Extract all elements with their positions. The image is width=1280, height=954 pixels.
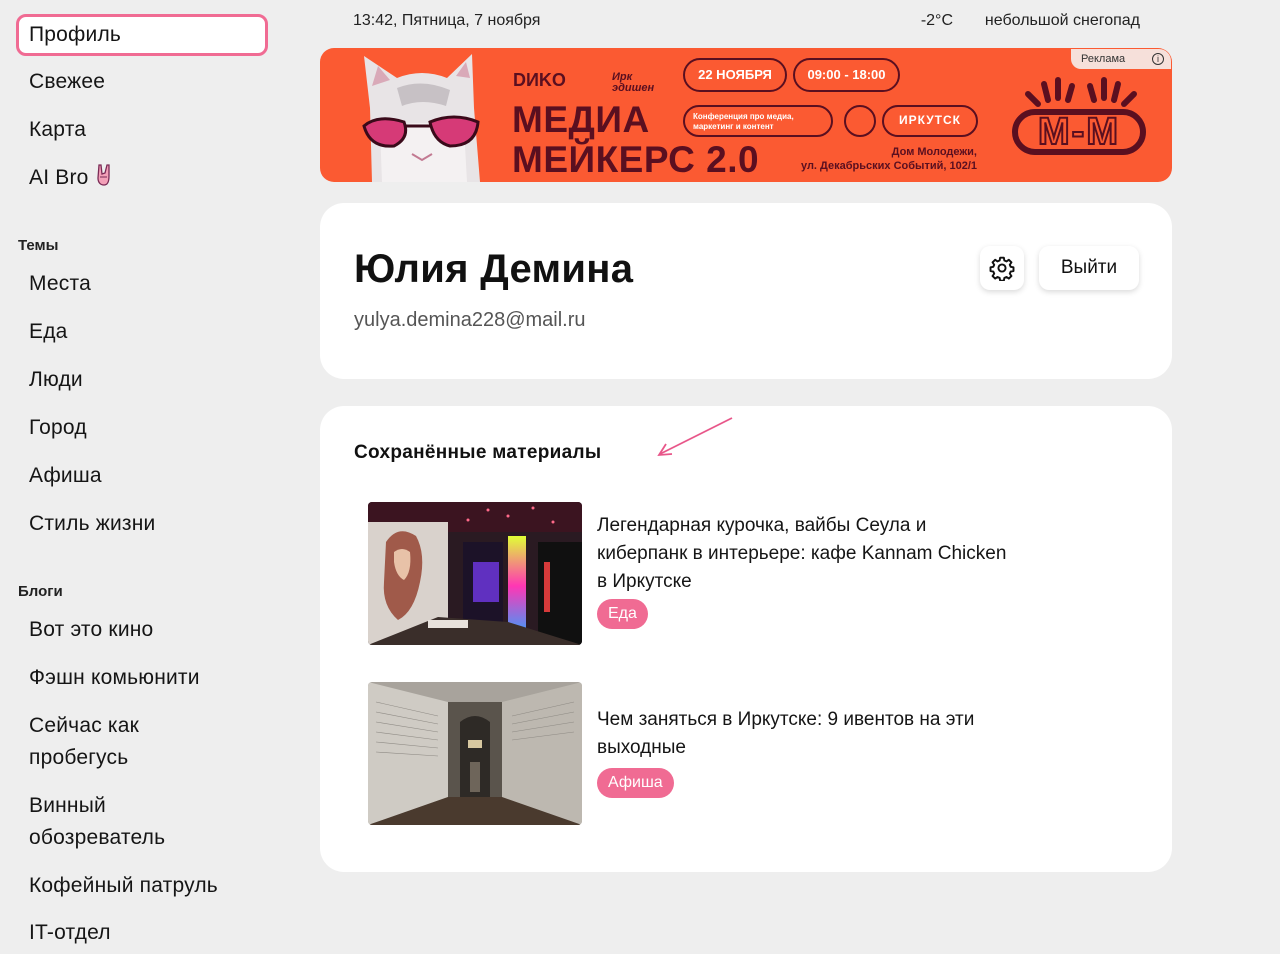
ad-date-pill: 22 НОЯБРЯ bbox=[683, 58, 787, 92]
sidebar-item-it[interactable]: IT-отдел bbox=[29, 917, 111, 949]
irk-edition-logo: Ирк эдишен bbox=[612, 71, 655, 94]
sidebar-item-map[interactable]: Карта bbox=[29, 114, 86, 146]
top-bar: 13:42, Пятница, 7 ноября -2°C небольшой … bbox=[353, 12, 1143, 34]
sidebar: Профиль Свежее Карта AI Bro Темы Места Е… bbox=[0, 0, 290, 954]
sidebar-item-lifestyle[interactable]: Стиль жизни bbox=[29, 508, 155, 540]
ad-conference-pill: Конференция про медиа, маркетинг и конте… bbox=[683, 105, 833, 137]
ad-address: Дом Молодежи, ул. Декабрьских Событий, 1… bbox=[801, 145, 977, 173]
ad-venue: Дом Молодежи, bbox=[891, 146, 977, 158]
sidebar-item-city[interactable]: Город bbox=[29, 412, 87, 444]
sidebar-item-afisha[interactable]: Афиша bbox=[29, 460, 102, 492]
temperature: -2°C bbox=[920, 12, 953, 29]
saved-article-kannam[interactable]: Легендарная курочка, вайбы Сеула и кибер… bbox=[368, 502, 1138, 645]
ad-banner[interactable]: DИKO Ирк эдишен 22 НОЯБРЯ 09:00 - 18:00 … bbox=[320, 48, 1172, 182]
sidebar-item-cinema[interactable]: Вот это кино bbox=[29, 614, 153, 646]
sidebar-item-people[interactable]: Люди bbox=[29, 364, 83, 396]
sidebar-item-label: Винный bbox=[29, 794, 106, 817]
sidebar-item-label: Сейчас как bbox=[29, 714, 140, 737]
article-title[interactable]: Чем заняться в Иркутске: 9 ивентов на эт… bbox=[597, 706, 1097, 762]
article-title-line: Легендарная курочка, вайбы Сеула и bbox=[597, 515, 927, 536]
ad-street: ул. Декабрьских Событий, 102/1 bbox=[800, 160, 977, 172]
cat-illustration bbox=[362, 54, 480, 182]
sidebar-item-label: AI Bro bbox=[29, 166, 89, 189]
mm-logo: M-M bbox=[1012, 109, 1146, 155]
profile-card: Юлия Демина yulya.demina228@mail.ru Выйт… bbox=[320, 203, 1172, 379]
saved-materials-card: Сохранённые материалы Легендарная курочк… bbox=[320, 406, 1172, 872]
article-thumbnail[interactable] bbox=[368, 502, 582, 645]
mm-logo-rays bbox=[1025, 77, 1137, 107]
sidebar-item-coffee[interactable]: Кофейный патруль bbox=[29, 870, 218, 902]
sidebar-item-profile[interactable]: Профиль bbox=[16, 14, 268, 56]
ad-label: Реклама i bbox=[1071, 49, 1171, 69]
article-title-line: Чем заняться в Иркутске: 9 ивентов на эт… bbox=[597, 709, 975, 730]
sidebar-item-label: пробегусь bbox=[29, 746, 129, 769]
weather-description: небольшой снегопад bbox=[984, 12, 1140, 29]
sidebar-item-label: обозреватель bbox=[29, 826, 166, 849]
diko-logo: DИKO bbox=[513, 70, 566, 90]
current-datetime: 13:42, Пятница, 7 ноября bbox=[353, 12, 541, 29]
ad-circle-shape bbox=[844, 105, 876, 137]
sidebar-item-food[interactable]: Еда bbox=[29, 316, 68, 348]
ad-time-pill: 09:00 - 18:00 bbox=[793, 58, 900, 92]
sidebar-item-places[interactable]: Места bbox=[29, 268, 91, 300]
sidebar-item-fresh[interactable]: Свежее bbox=[29, 66, 105, 98]
user-email: yulya.demina228@mail.ru bbox=[354, 309, 586, 331]
pink-arrow-icon bbox=[657, 417, 733, 457]
article-title-line: киберпанк в интерьере: кафе Kannam Chick… bbox=[597, 543, 1007, 564]
sidebar-item-running[interactable]: Сейчас как пробегусь bbox=[29, 710, 139, 774]
settings-button[interactable] bbox=[980, 246, 1024, 290]
ad-headline-1: МЕДИА bbox=[512, 99, 650, 140]
sidebar-item-wine[interactable]: Винный обозреватель bbox=[29, 790, 165, 854]
ad-city-pill: ИРКУТСК bbox=[882, 105, 978, 137]
info-icon[interactable]: i bbox=[1152, 53, 1164, 65]
article-tag[interactable]: Афиша bbox=[597, 768, 674, 798]
article-title-line: выходные bbox=[597, 737, 686, 758]
article-tag[interactable]: Еда bbox=[597, 599, 648, 629]
article-title-line: в Иркутске bbox=[597, 571, 692, 592]
ad-label-text: Реклама bbox=[1081, 53, 1126, 65]
sidebar-item-ai-bro[interactable]: AI Bro bbox=[29, 162, 115, 197]
article-thumbnail[interactable] bbox=[368, 682, 582, 825]
ad-headline-2: МЕЙКЕРС 2.0 bbox=[512, 139, 760, 180]
gear-icon bbox=[989, 256, 1015, 281]
article-title[interactable]: Легендарная курочка, вайбы Сеула и кибер… bbox=[597, 512, 1097, 596]
user-name: Юлия Демина bbox=[354, 247, 634, 291]
blogs-heading: Блоги bbox=[18, 583, 63, 600]
logout-button[interactable]: Выйти bbox=[1039, 246, 1139, 290]
topics-heading: Темы bbox=[18, 237, 59, 254]
saved-materials-title: Сохранённые материалы bbox=[354, 442, 602, 463]
rock-hand-icon bbox=[95, 163, 115, 197]
saved-article-events[interactable]: Чем заняться в Иркутске: 9 ивентов на эт… bbox=[368, 682, 1138, 825]
sidebar-item-fashion[interactable]: Фэшн комьюнити bbox=[29, 662, 200, 694]
